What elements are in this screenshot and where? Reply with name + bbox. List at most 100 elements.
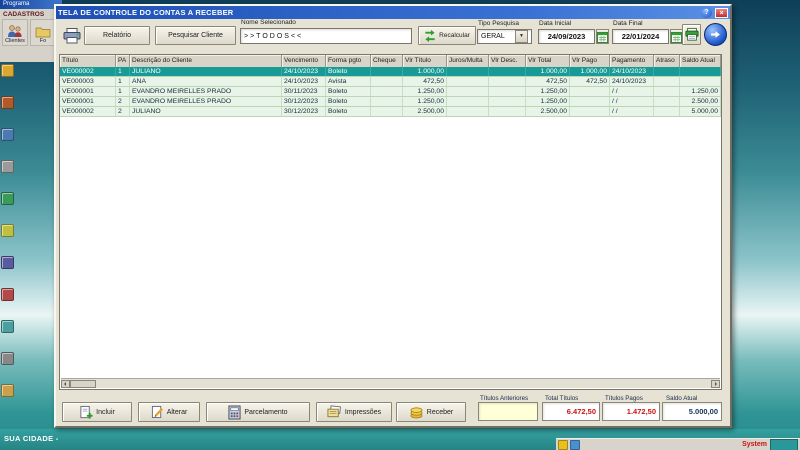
grid-cell bbox=[447, 77, 489, 86]
taskbar-clock-area bbox=[770, 438, 798, 450]
grid-cell bbox=[447, 107, 489, 116]
grid-cell bbox=[489, 87, 526, 96]
table-row[interactable]: VE000002 2 JULIANO 30/12/2023 Boleto 2.500,00… bbox=[60, 107, 721, 117]
column-header[interactable]: Vlr Total bbox=[526, 55, 570, 67]
green-print-button[interactable] bbox=[682, 24, 701, 45]
grid-header: Título PA Descrição do Cliente Vencimento Fo… bbox=[60, 55, 721, 67]
grid-cell: 472,50 bbox=[526, 77, 570, 86]
calendar-icon[interactable] bbox=[596, 29, 609, 44]
nome-selecionado-label: Nome Selecionado bbox=[241, 19, 296, 26]
total-titulos-value: 6.472,50 bbox=[542, 402, 600, 421]
grid-cell bbox=[447, 67, 489, 76]
chevron-down-icon[interactable]: ▼ bbox=[515, 30, 528, 43]
column-header[interactable]: Saldo Atual bbox=[680, 55, 721, 67]
app-shortcut-icon[interactable] bbox=[1, 224, 14, 237]
app-shortcut-icon[interactable] bbox=[1, 64, 14, 77]
pesquisar-cliente-button[interactable]: Pesquisar Cliente bbox=[155, 26, 236, 45]
menu-cadastros[interactable]: CADASTROS bbox=[0, 9, 62, 19]
app-shortcut-icon[interactable] bbox=[1, 128, 14, 141]
parcelamento-button[interactable]: Parcelamento bbox=[206, 402, 310, 422]
tray-icon[interactable] bbox=[558, 439, 568, 450]
scrollbar-thumb[interactable] bbox=[70, 379, 96, 388]
app-shortcut-icon[interactable] bbox=[1, 160, 14, 173]
grid-cell bbox=[447, 97, 489, 106]
grid-cell: 2.500,00 bbox=[680, 97, 721, 106]
column-header[interactable]: Vencimento bbox=[282, 55, 326, 67]
table-row[interactable]: VE000001 1 EVANDRO MEIRELLES PRADO 30/11/20… bbox=[60, 87, 721, 97]
help-button[interactable]: ? bbox=[701, 7, 712, 18]
print-documents-icon bbox=[327, 405, 342, 419]
grid-cell bbox=[654, 87, 680, 96]
toolbar-button-clientes[interactable]: Clientes bbox=[2, 19, 28, 46]
column-header[interactable]: Vlr Título bbox=[403, 55, 447, 67]
grid-cell bbox=[654, 67, 680, 76]
app-shortcut-icon[interactable] bbox=[1, 96, 14, 109]
dialog-titlebar[interactable]: TELA DE CONTROLE DO CONTAS A RECEBER ? × bbox=[56, 6, 730, 19]
app-shortcut-icon[interactable] bbox=[1, 384, 14, 397]
grid-cell bbox=[371, 87, 403, 96]
tipo-pesquisa-select[interactable]: GERAL ▼ bbox=[477, 29, 532, 44]
close-button[interactable]: × bbox=[715, 7, 728, 18]
column-header[interactable]: Forma pgto bbox=[326, 55, 371, 67]
column-header[interactable]: Descrição do Cliente bbox=[130, 55, 282, 67]
data-final-label: Data Final bbox=[613, 20, 643, 27]
column-header[interactable]: Título bbox=[60, 55, 116, 67]
grid-cell: Boleto bbox=[326, 87, 371, 96]
table-row[interactable]: VE000001 2 EVANDRO MEIRELLES PRADO 30/12/20… bbox=[60, 97, 721, 107]
grid-cell: 24/10/2023 bbox=[610, 67, 654, 76]
alterar-button[interactable]: Alterar bbox=[138, 402, 200, 422]
column-header[interactable]: Pagamento bbox=[610, 55, 654, 67]
go-button[interactable] bbox=[704, 23, 727, 46]
coins-icon bbox=[409, 405, 424, 419]
grid-cell bbox=[371, 77, 403, 86]
table-row[interactable]: VE000003 1 ANA 24/10/2023 Avista 472,50 472,50… bbox=[60, 77, 721, 87]
nome-selecionado-input[interactable]: >>TODOS<< bbox=[240, 28, 412, 44]
column-header[interactable]: Juros/Multa bbox=[447, 55, 489, 67]
app-shortcut-icon[interactable] bbox=[1, 192, 14, 205]
new-record-icon bbox=[79, 405, 93, 420]
parcelamento-label: Parcelamento bbox=[244, 408, 288, 416]
scroll-right-arrow-icon[interactable] bbox=[711, 379, 720, 388]
grid-cell: 1.000,00 bbox=[526, 67, 570, 76]
app-shortcut-icon[interactable] bbox=[1, 320, 14, 333]
grid-cell bbox=[570, 107, 610, 116]
relatorio-button[interactable]: Relatório bbox=[84, 26, 150, 45]
toolbar-button-fornecedores[interactable]: Fo bbox=[30, 19, 56, 46]
column-header[interactable]: Vlr Desc. bbox=[489, 55, 526, 67]
grid-cell: / / bbox=[610, 107, 654, 116]
app-shortcut-icon[interactable] bbox=[1, 256, 14, 269]
column-header[interactable]: Cheque bbox=[371, 55, 403, 67]
app-shortcut-icon[interactable] bbox=[1, 352, 14, 365]
data-final-input[interactable]: 22/01/2024 bbox=[612, 29, 669, 44]
tray-icon[interactable] bbox=[570, 439, 580, 450]
grid-cell: 5.000,00 bbox=[680, 107, 721, 116]
app-shortcut-icon[interactable] bbox=[1, 288, 14, 301]
grid-cell: 30/12/2023 bbox=[282, 97, 326, 106]
grid-cell: 2 bbox=[116, 107, 130, 116]
grid-cell: Boleto bbox=[326, 107, 371, 116]
incluir-button[interactable]: Incluir bbox=[62, 402, 132, 422]
grid-cell: 1.000,00 bbox=[403, 67, 447, 76]
grid-cell bbox=[654, 107, 680, 116]
screen: Programa CADASTROS Clientes Fo SUA CIDAD… bbox=[0, 0, 800, 450]
printer-icon bbox=[63, 28, 81, 44]
grid-horizontal-scrollbar[interactable] bbox=[61, 378, 720, 388]
data-inicial-input[interactable]: 24/09/2023 bbox=[538, 29, 595, 44]
recalcular-button[interactable]: Recalcular bbox=[418, 26, 476, 45]
column-header[interactable]: Vlr Pago bbox=[570, 55, 610, 67]
total-titulos-label: Total Títulos bbox=[545, 395, 579, 402]
column-header[interactable]: PA bbox=[116, 55, 130, 67]
grid-cell: 1.250,00 bbox=[403, 87, 447, 96]
scroll-left-arrow-icon[interactable] bbox=[61, 379, 70, 388]
titulos-pagos-label: Títulos Pagos bbox=[605, 395, 643, 402]
impressoes-button[interactable]: Impressões bbox=[316, 402, 392, 422]
grid-cell bbox=[371, 107, 403, 116]
grid-cell bbox=[680, 67, 721, 76]
receber-button[interactable]: Receber bbox=[396, 402, 466, 422]
accounts-grid: Título PA Descrição do Cliente Vencimento Fo… bbox=[59, 54, 722, 390]
grid-cell bbox=[654, 77, 680, 86]
taskbar-item-system[interactable]: System bbox=[739, 441, 770, 448]
toolbar-button-label: Fo bbox=[39, 38, 47, 44]
table-row[interactable]: VE000002 1 JULIANO 24/10/2023 Boleto 1.000,00… bbox=[60, 67, 721, 77]
column-header[interactable]: Atraso bbox=[654, 55, 680, 67]
